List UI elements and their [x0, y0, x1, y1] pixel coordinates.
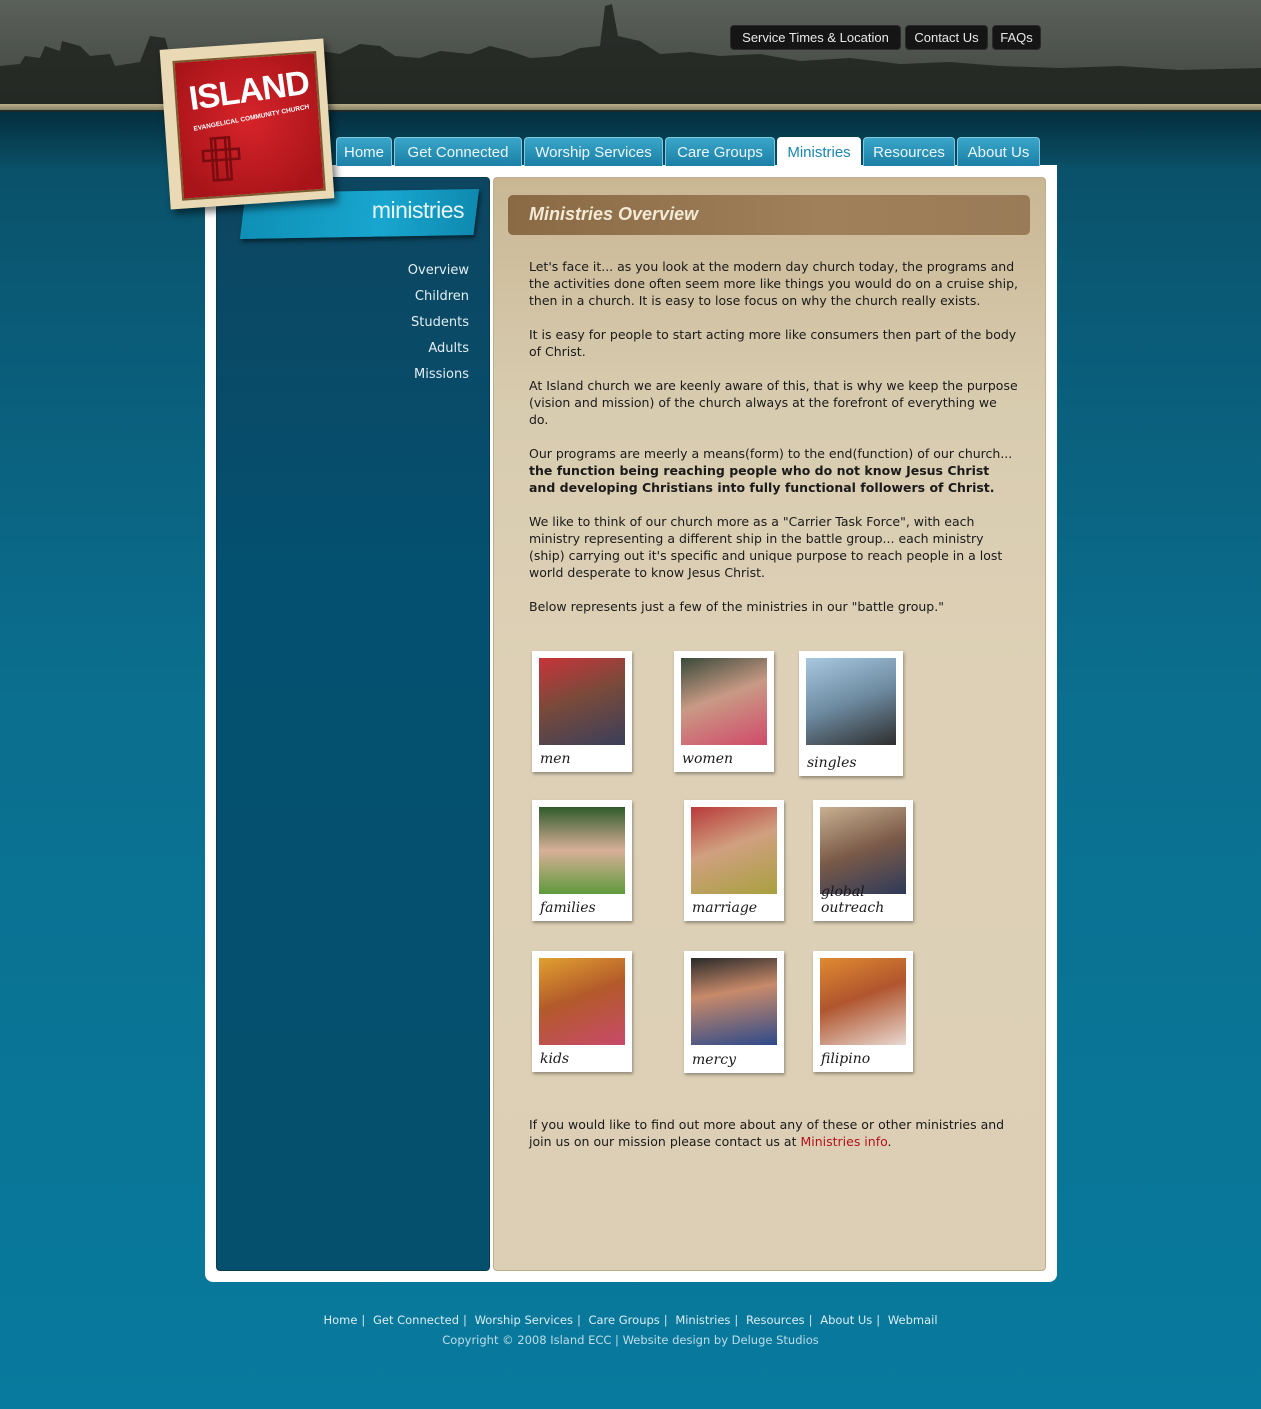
programs-text: Our programs are meerly a means(form) to… — [529, 446, 1013, 461]
footer-separator: | — [663, 1313, 668, 1327]
ministry-caption: men — [540, 751, 571, 767]
copyright: Copyright © 2008 Island ECC | Website de… — [442, 1333, 819, 1347]
footer-separator: | — [808, 1313, 813, 1327]
closing-period: . — [887, 1134, 892, 1149]
ministry-card-kids[interactable]: kids — [532, 951, 632, 1072]
sidebar-item-missions[interactable]: Missions — [330, 367, 469, 382]
tab-worship-services[interactable]: Worship Services — [524, 137, 663, 166]
ministry-caption: kids — [540, 1051, 570, 1067]
ministry-card-singles[interactable]: singles — [799, 651, 903, 776]
closing-paragraph: If you would like to find out more about… — [529, 1116, 1019, 1150]
programs-paragraph: Our programs are meerly a means(form) to… — [529, 445, 1019, 496]
marriage-photo — [691, 807, 777, 894]
sidebar-item-adults[interactable]: Adults — [330, 341, 469, 356]
footer-separator: | — [361, 1313, 366, 1327]
closing-text: If you would like to find out more about… — [529, 1117, 1005, 1149]
tab-home[interactable]: Home — [336, 137, 392, 166]
tab-resources[interactable]: Resources — [863, 137, 955, 166]
families-photo — [539, 807, 625, 894]
tab-about-us[interactable]: About Us — [957, 137, 1040, 166]
footer-separator: | — [876, 1313, 881, 1327]
page-title: Ministries Overview — [529, 204, 699, 224]
ministry-card-filipino[interactable]: filipino — [813, 951, 913, 1072]
footer-link-home[interactable]: Home — [323, 1313, 357, 1327]
global-outreach-photo — [820, 807, 906, 894]
tab-ministries[interactable]: Ministries — [777, 137, 861, 166]
ministry-card-marriage[interactable]: marriage — [684, 800, 784, 921]
sidebar-title: ministries — [371, 197, 465, 223]
faqs-link[interactable]: FAQs — [992, 25, 1041, 50]
ministry-caption: families — [540, 900, 596, 916]
ministry-caption: women — [682, 751, 733, 767]
kids-photo — [539, 958, 625, 1045]
footer-link-resources[interactable]: Resources — [746, 1313, 805, 1327]
tab-get-connected[interactable]: Get Connected — [394, 137, 522, 166]
intro-paragraph: Let's face it... as you look at the mode… — [529, 259, 1018, 308]
footer-link-webmail[interactable]: Webmail — [888, 1313, 938, 1327]
ministry-caption: global outreach — [821, 884, 885, 916]
women-photo — [681, 658, 767, 745]
footer-separator: | — [734, 1313, 739, 1327]
men-photo — [539, 658, 625, 745]
ministry-card-families[interactable]: families — [532, 800, 632, 921]
footer-separator: | — [576, 1313, 581, 1327]
logo-red-panel: ISLAND EVANGELICAL COMMUNITY CHURCH — [172, 51, 326, 201]
footer-link-ministries[interactable]: Ministries — [675, 1313, 730, 1327]
ministry-caption: filipino — [821, 1051, 871, 1067]
mercy-photo — [691, 958, 777, 1045]
singles-photo — [806, 658, 896, 745]
filipino-photo — [820, 958, 906, 1045]
sidebar-item-overview[interactable]: Overview — [330, 263, 469, 278]
ministry-caption: mercy — [692, 1052, 737, 1068]
ministry-card-global-outreach[interactable]: global outreach — [813, 800, 913, 921]
footer-separator: | — [463, 1313, 467, 1327]
function-statement: the function being reaching people who d… — [529, 463, 995, 495]
footer-link-about-us[interactable]: About Us — [820, 1313, 872, 1327]
contact-us-link[interactable]: Contact Us — [905, 25, 988, 50]
footer-link-care-groups[interactable]: Care Groups — [588, 1313, 659, 1327]
footer-link-worship-services[interactable]: Worship Services — [475, 1313, 573, 1327]
purpose-paragraph: At Island church we are keenly aware of … — [529, 378, 1018, 427]
sidebar-item-students[interactable]: Students — [330, 315, 469, 330]
ministry-caption: marriage — [692, 900, 758, 916]
ministry-caption: singles — [807, 755, 857, 771]
footer-nav: Home | Get Connected | Worship Services | C… — [0, 1313, 1261, 1327]
ministry-card-women[interactable]: women — [674, 651, 774, 772]
tab-care-groups[interactable]: Care Groups — [665, 137, 775, 166]
battle-group-paragraph: Below represents just a few of the minis… — [529, 599, 944, 614]
ministry-card-men[interactable]: men — [532, 651, 632, 772]
carrier-task-force-paragraph: We like to think of our church more as a… — [529, 514, 1003, 580]
ministries-info-link[interactable]: Ministries info — [800, 1134, 887, 1149]
sidebar-item-children[interactable]: Children — [330, 289, 469, 304]
ministry-card-mercy[interactable]: mercy — [684, 951, 784, 1073]
island-church-logo[interactable]: ISLAND EVANGELICAL COMMUNITY CHURCH — [159, 38, 335, 210]
footer-link-get-connected[interactable]: Get Connected — [373, 1313, 459, 1327]
cross-icon — [201, 135, 241, 182]
consumers-paragraph: It is easy for people to start acting mo… — [529, 327, 1017, 359]
service-times-link[interactable]: Service Times & Location — [730, 25, 901, 50]
